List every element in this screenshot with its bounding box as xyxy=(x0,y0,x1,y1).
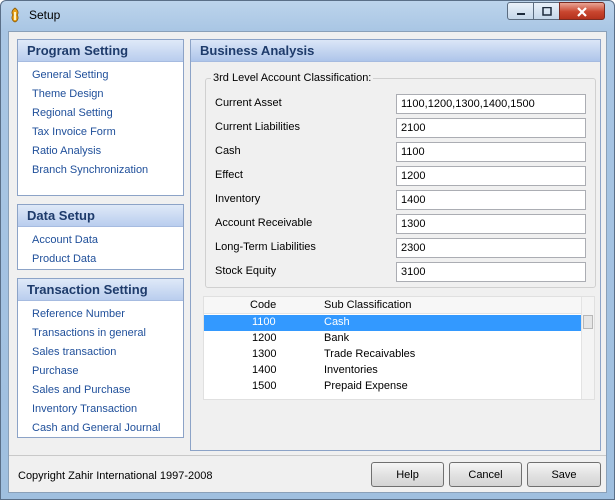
maximize-button[interactable] xyxy=(533,2,560,20)
general-setting-link[interactable]: General Setting xyxy=(32,66,183,85)
branch-synchronization-link[interactable]: Branch Synchronization xyxy=(32,161,183,180)
effect-label: Effect xyxy=(215,169,243,181)
list-scrollbar[interactable] xyxy=(581,297,594,399)
maximize-icon xyxy=(541,7,552,16)
list-row[interactable]: 1200 Bank xyxy=(204,331,583,347)
transaction-setting-title: Transaction Setting xyxy=(18,279,183,301)
theme-design-link[interactable]: Theme Design xyxy=(32,85,183,104)
title-bar[interactable]: Setup xyxy=(1,1,614,29)
purchase-link[interactable]: Purchase xyxy=(32,362,183,381)
product-data-link[interactable]: Product Data xyxy=(32,250,183,269)
minimize-button[interactable] xyxy=(507,2,534,20)
account-receivable-label: Account Receivable xyxy=(215,217,313,229)
current-liabilities-input[interactable] xyxy=(396,118,586,138)
account-data-link[interactable]: Account Data xyxy=(32,231,183,250)
app-icon xyxy=(11,7,19,23)
copyright-text: Copyright Zahir International 1997-2008 xyxy=(18,470,213,482)
list-header: Code Sub Classification xyxy=(204,297,583,314)
inventory-label: Inventory xyxy=(215,193,261,205)
reference-number-link[interactable]: Reference Number xyxy=(32,305,183,324)
business-analysis-title: Business Analysis xyxy=(191,40,600,62)
row-code: 1400 xyxy=(252,364,277,376)
close-icon xyxy=(577,7,587,17)
row-sub-classification: Inventories xyxy=(324,364,378,376)
row-code: 1200 xyxy=(252,332,277,344)
row-code: 1300 xyxy=(252,348,277,360)
tax-invoice-form-link[interactable]: Tax Invoice Form xyxy=(32,123,183,142)
list-row[interactable]: 1300 Trade Recaivables xyxy=(204,347,583,363)
data-setup-panel: Data Setup Account Data Product Data xyxy=(17,204,184,270)
data-setup-title: Data Setup xyxy=(18,205,183,227)
current-asset-input[interactable] xyxy=(396,94,586,114)
window-title: Setup xyxy=(29,8,61,22)
long-term-liabilities-label: Long-Term Liabilities xyxy=(215,241,316,253)
row-code: 1100 xyxy=(252,316,276,328)
list-row[interactable]: 1400 Inventories xyxy=(204,363,583,379)
dialog-body: Program Setting General Setting Theme De… xyxy=(8,31,607,493)
program-setting-panel: Program Setting General Setting Theme De… xyxy=(17,39,184,196)
stock-equity-input[interactable] xyxy=(396,262,586,282)
program-setting-title: Program Setting xyxy=(18,40,183,62)
scrollbar-thumb[interactable] xyxy=(583,315,593,329)
group-label: 3rd Level Account Classification: xyxy=(211,72,374,84)
footer-divider xyxy=(9,455,606,456)
minimize-icon xyxy=(516,13,525,15)
regional-setting-link[interactable]: Regional Setting xyxy=(32,104,183,123)
sales-transaction-link[interactable]: Sales transaction xyxy=(32,343,183,362)
cash-input[interactable] xyxy=(396,142,586,162)
cash-and-general-journal-link[interactable]: Cash and General Journal xyxy=(32,419,183,438)
row-code: 1500 xyxy=(252,380,277,392)
inventory-transaction-link[interactable]: Inventory Transaction xyxy=(32,400,183,419)
close-button[interactable] xyxy=(559,2,605,20)
row-sub-classification: Bank xyxy=(324,332,350,344)
long-term-liabilities-input[interactable] xyxy=(396,238,586,258)
cancel-button[interactable]: Cancel xyxy=(449,462,522,487)
cash-label: Cash xyxy=(215,145,241,157)
row-sub-classification: Prepaid Expense xyxy=(324,380,408,392)
save-button[interactable]: Save xyxy=(527,462,601,487)
sales-and-purchase-link[interactable]: Sales and Purchase xyxy=(32,381,183,400)
current-asset-label: Current Asset xyxy=(215,97,282,109)
transaction-setting-panel: Transaction Setting Reference Number Tra… xyxy=(17,278,184,438)
transactions-in-general-link[interactable]: Transactions in general xyxy=(32,324,183,343)
sub-classification-column-header[interactable]: Sub Classification xyxy=(324,299,411,311)
row-sub-classification: Cash xyxy=(324,316,350,328)
stock-equity-label: Stock Equity xyxy=(215,265,277,277)
setup-window: Setup Program Setting General Setting Th… xyxy=(0,0,615,500)
row-sub-classification: Trade Recaivables xyxy=(324,348,416,360)
code-column-header[interactable]: Code xyxy=(250,299,276,311)
effect-input[interactable] xyxy=(396,166,586,186)
business-analysis-panel: Business Analysis 3rd Level Account Clas… xyxy=(190,39,601,451)
account-receivable-input[interactable] xyxy=(396,214,586,234)
list-row[interactable]: 1100 Cash xyxy=(204,315,583,331)
sub-classification-list[interactable]: Code Sub Classification 1100 Cash 1200 B… xyxy=(203,296,595,400)
help-button[interactable]: Help xyxy=(371,462,444,487)
inventory-input[interactable] xyxy=(396,190,586,210)
current-liabilities-label: Current Liabilities xyxy=(215,121,300,133)
list-row[interactable]: 1500 Prepaid Expense xyxy=(204,379,583,395)
ratio-analysis-link[interactable]: Ratio Analysis xyxy=(32,142,183,161)
